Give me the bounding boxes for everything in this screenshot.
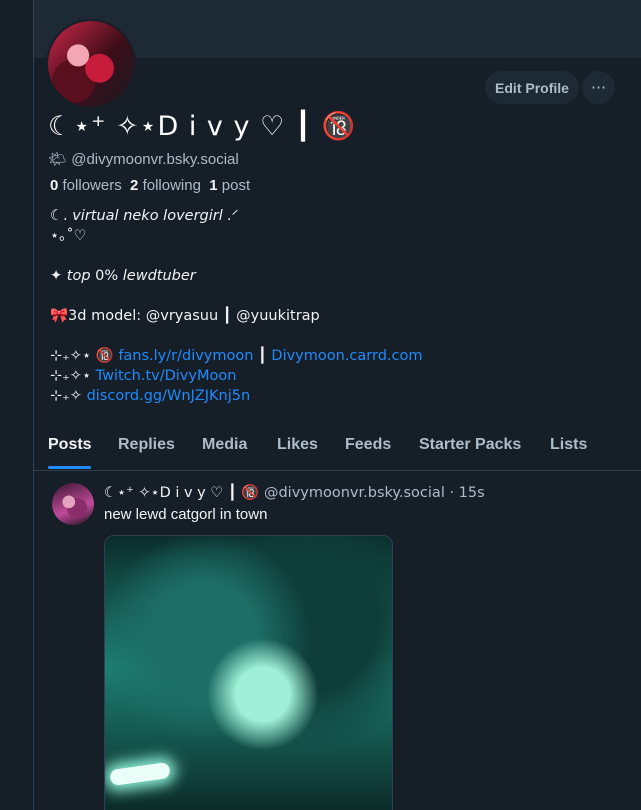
tab-media[interactable]: Media xyxy=(202,436,247,454)
post-timestamp[interactable]: · 15s xyxy=(449,485,484,501)
display-name: ☾⋆⁺ ✧⋆D i v y ♡ ┃ 🔞 xyxy=(48,111,357,142)
sun-icon: 🌤 xyxy=(48,151,68,168)
tab-lists[interactable]: Lists xyxy=(550,436,587,454)
profile-tabs: Posts Replies Media Likes Feeds Starter … xyxy=(34,424,641,471)
post-header: ☾⋆⁺ ✧⋆D i v y ♡ ┃ 🔞 @divymoonvr.bsky.soc… xyxy=(104,484,485,501)
profile-avatar[interactable] xyxy=(46,19,136,109)
active-tab-indicator xyxy=(48,466,91,469)
post-text: new lewd catgorl in town xyxy=(104,506,268,523)
post-author-name[interactable]: ☾⋆⁺ ✧⋆D i v y ♡ ┃ 🔞 xyxy=(104,485,259,501)
left-gutter xyxy=(0,0,33,810)
bio-line: ⋆｡˚♡ xyxy=(50,228,87,244)
more-options-button[interactable]: ··· xyxy=(582,71,615,104)
profile-stats: 0 followers 2 following 1 post xyxy=(50,177,250,194)
posts-count: 1 post xyxy=(209,177,251,194)
bio-line: 🎀3d model: @vryasuu ┃ @yuukitrap xyxy=(50,308,320,324)
followers-link[interactable]: 0 followers xyxy=(50,177,122,194)
profile-handle: @divymoonvr.bsky.social xyxy=(71,151,239,168)
twitch-link[interactable]: Twitch.tv/DivyMoon xyxy=(96,368,237,384)
following-link[interactable]: 2 following xyxy=(130,177,201,194)
bio-line: ✦ top 0% lewdtuber xyxy=(50,268,196,284)
tab-feeds[interactable]: Feeds xyxy=(345,436,391,454)
tab-replies[interactable]: Replies xyxy=(118,436,175,454)
handle-row: 🌤 @divymoonvr.bsky.social xyxy=(48,150,239,168)
bio-line: ⊹₊✧⋆ Twitch.tv/DivyMoon xyxy=(50,368,237,384)
tab-starter-packs[interactable]: Starter Packs xyxy=(419,436,521,454)
post-author-avatar[interactable] xyxy=(52,483,94,525)
profile-column: Edit Profile ··· ☾⋆⁺ ✧⋆D i v y ♡ ┃ 🔞 🌤 @… xyxy=(33,0,641,810)
bio-line: ☾. virtual neko lovergirl .ᐟ xyxy=(50,208,239,224)
profile-bio: ☾. virtual neko lovergirl .ᐟ ⋆｡˚♡ ✦ top … xyxy=(50,206,610,406)
image-glow xyxy=(109,761,171,787)
bio-line: ⊹₊✧⋆ 🔞 fans.ly/r/divymoon ┃ Divymoon.car… xyxy=(50,348,423,364)
post-image[interactable] xyxy=(104,535,393,810)
edit-profile-button[interactable]: Edit Profile xyxy=(485,71,579,104)
carrd-link[interactable]: Divymoon.carrd.com xyxy=(271,348,422,364)
post-author-handle[interactable]: @divymoonvr.bsky.social xyxy=(264,485,445,501)
tab-likes[interactable]: Likes xyxy=(277,436,318,454)
discord-link[interactable]: discord.gg/WnJZJKnj5n xyxy=(87,388,251,404)
tab-posts[interactable]: Posts xyxy=(48,436,92,454)
fansly-link[interactable]: fans.ly/r/divymoon xyxy=(118,348,253,364)
bio-line: ⊹₊✧ discord.gg/WnJZJKnj5n xyxy=(50,388,251,404)
feed-post[interactable]: ☾⋆⁺ ✧⋆D i v y ♡ ┃ 🔞 @divymoonvr.bsky.soc… xyxy=(34,472,641,810)
